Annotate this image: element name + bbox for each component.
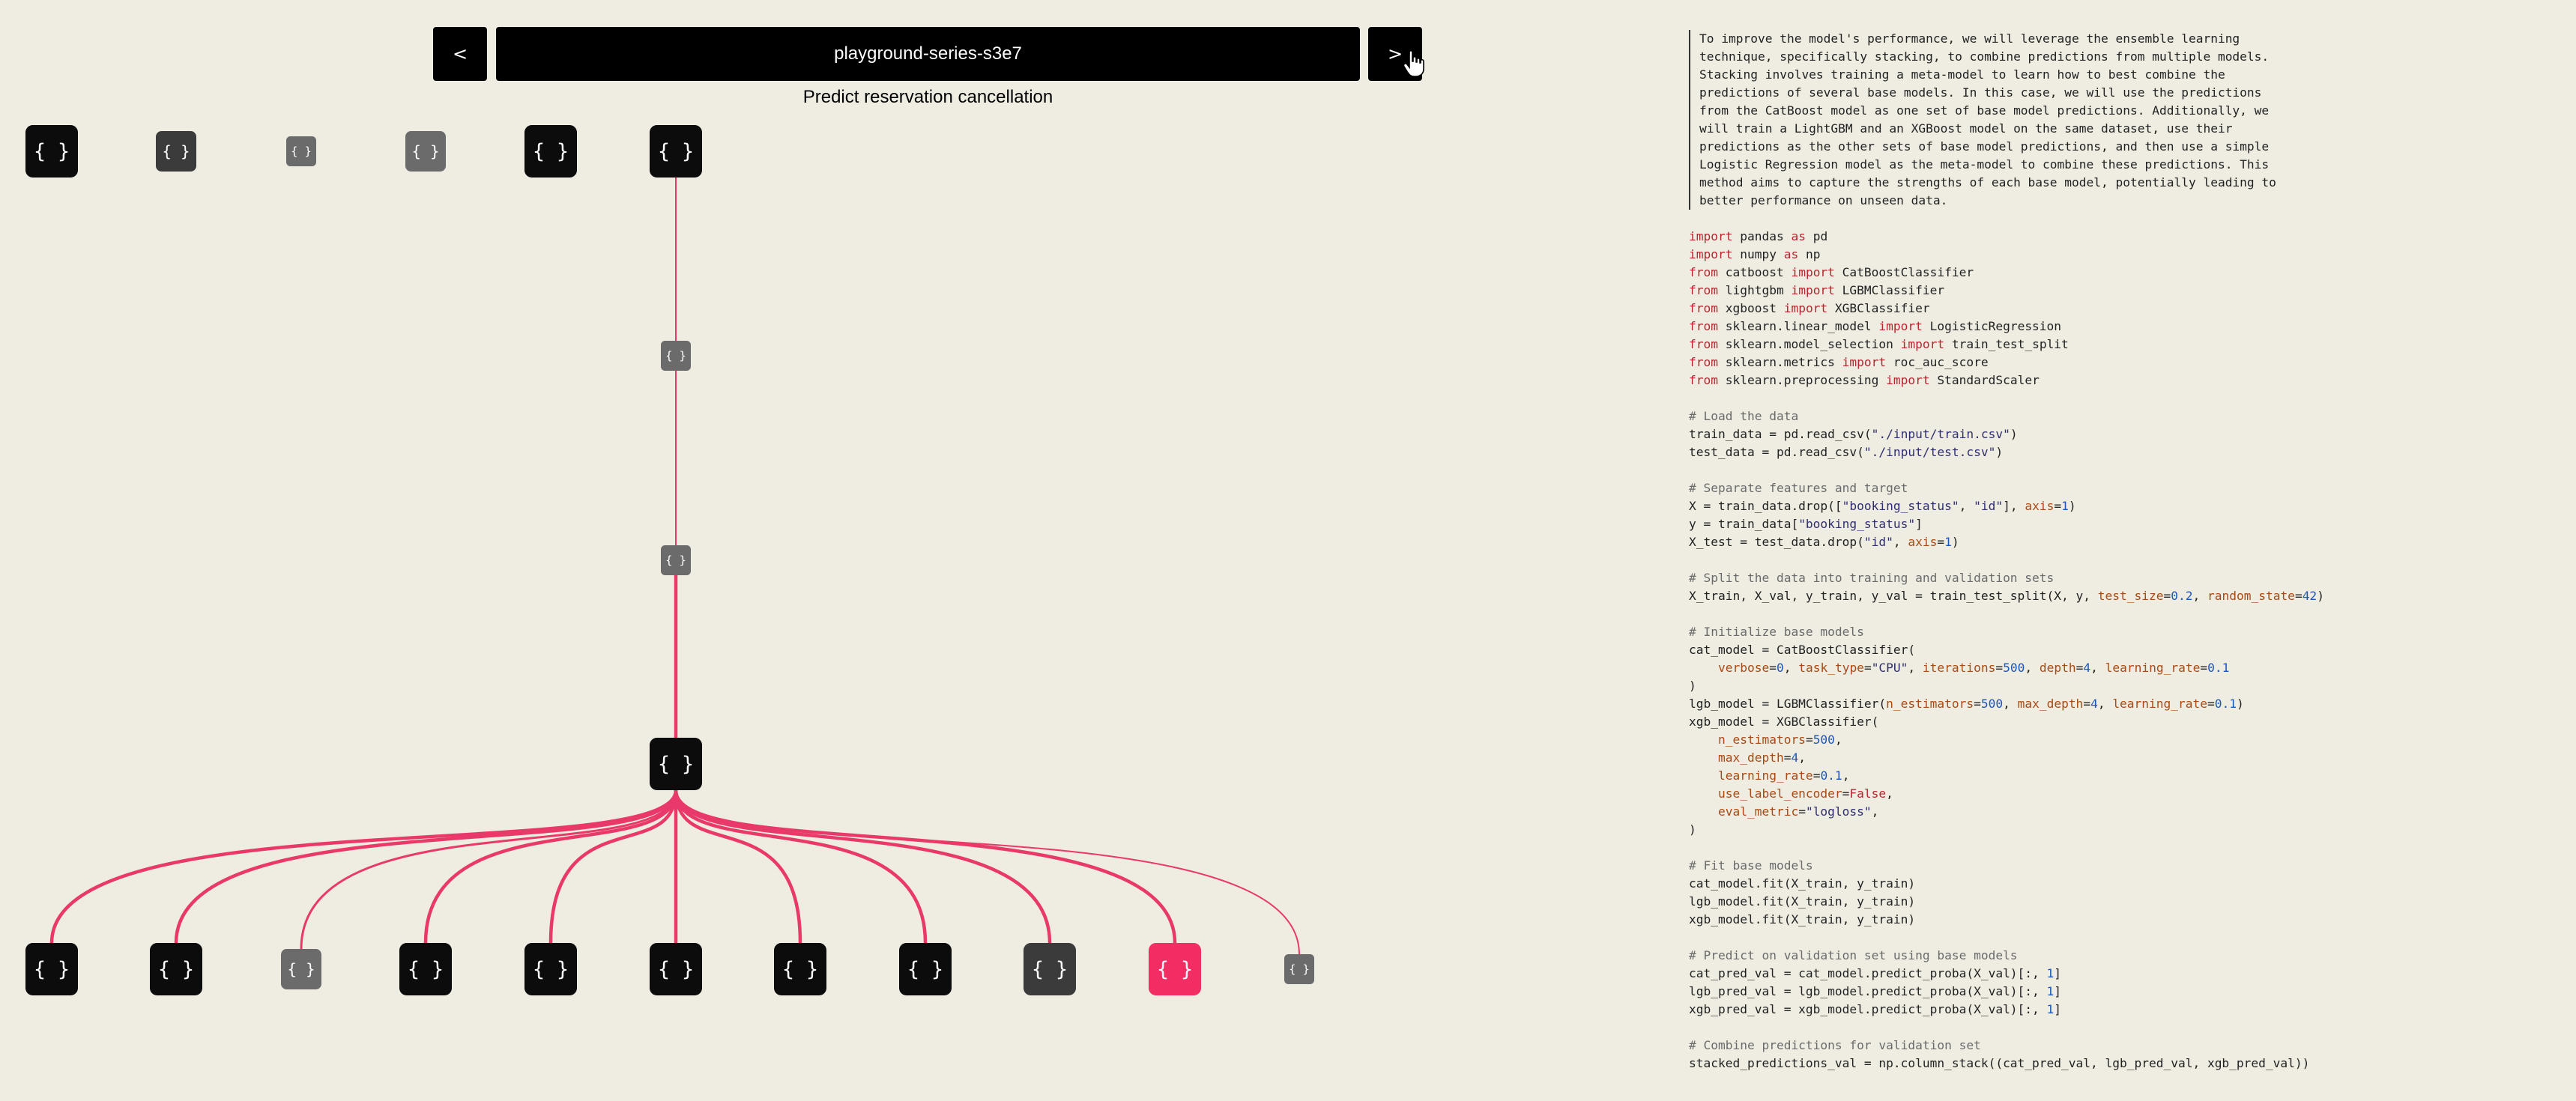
tree-node-m3[interactable]: { } <box>650 738 702 790</box>
tree-node-c7[interactable]: { } <box>899 943 952 995</box>
tree-node-c1[interactable]: { } <box>150 943 202 995</box>
curly-braces-icon: { } <box>408 958 444 981</box>
tree-edge <box>674 789 1177 944</box>
tree-edge <box>49 789 678 944</box>
curly-braces-icon: { } <box>658 140 694 163</box>
tree-node-r3[interactable]: { } <box>405 131 446 172</box>
code-cell: import pandas as pd import numpy as np f… <box>1689 229 2324 1070</box>
solution-tree-panel: < playground-series-s3e7 > Predict reser… <box>0 0 1424 1101</box>
curly-braces-icon: { } <box>158 958 194 981</box>
curly-braces-icon: { } <box>665 349 686 363</box>
tree-node-c8[interactable]: { } <box>1024 943 1076 995</box>
tree-edge <box>674 789 1052 944</box>
tree-node-r4[interactable]: { } <box>524 125 577 178</box>
curly-braces-icon: { } <box>782 958 818 981</box>
tree-node-r0[interactable]: { } <box>25 125 78 178</box>
tree-edge <box>675 789 1300 955</box>
curly-braces-icon: { } <box>1157 958 1193 981</box>
curly-braces-icon: { } <box>291 145 311 158</box>
curly-braces-icon: { } <box>411 142 439 160</box>
tree-node-m2[interactable]: { } <box>661 545 691 575</box>
curly-braces-icon: { } <box>287 960 315 978</box>
tree-node-c6[interactable]: { } <box>774 943 826 995</box>
tree-node-c0[interactable]: { } <box>25 943 78 995</box>
tree-node-c10[interactable]: { } <box>1284 954 1314 984</box>
curly-braces-icon: { } <box>658 958 694 981</box>
curly-braces-icon: { } <box>533 958 569 981</box>
markdown-cell: To improve the model's performance, we w… <box>1689 30 2543 210</box>
tree-node-c9[interactable]: { } <box>1149 943 1201 995</box>
tree-node-r2[interactable]: { } <box>286 136 316 166</box>
curly-braces-icon: { } <box>162 142 190 160</box>
tree-node-r1[interactable]: { } <box>156 131 196 172</box>
curly-braces-icon: { } <box>34 958 70 981</box>
tree-edge <box>300 789 677 950</box>
curly-braces-icon: { } <box>533 140 569 163</box>
solution-tree-graph: { } { } { } { } { } { } { } { } { } { } { } { } { } {… <box>25 125 1314 995</box>
tree-node-c5[interactable]: { } <box>650 943 702 995</box>
curly-braces-icon: { } <box>658 753 694 776</box>
mouse-pointer-icon <box>1403 49 1424 77</box>
tree-node-c2[interactable]: { } <box>281 949 321 989</box>
notebook-panel: To improve the model's performance, we w… <box>1689 30 2543 1094</box>
curly-braces-icon: { } <box>1032 958 1068 981</box>
curly-braces-icon: { } <box>665 553 686 567</box>
tree-edge <box>174 789 678 944</box>
tree-node-r5[interactable]: { } <box>650 125 702 178</box>
tree-node-c3[interactable]: { } <box>399 943 452 995</box>
curly-braces-icon: { } <box>907 958 943 981</box>
tree-node-c4[interactable]: { } <box>524 943 577 995</box>
curly-braces-icon: { } <box>34 140 70 163</box>
tree-node-m1[interactable]: { } <box>661 341 691 371</box>
curly-braces-icon: { } <box>1289 962 1309 976</box>
